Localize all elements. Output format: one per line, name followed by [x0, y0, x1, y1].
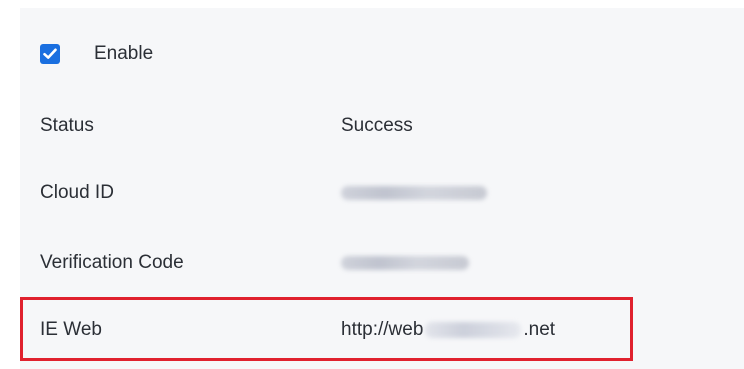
enable-label[interactable]: Enable — [94, 42, 153, 66]
verification-code-label: Verification Code — [40, 252, 184, 273]
check-icon — [43, 48, 57, 59]
redacted-url-part — [425, 322, 522, 338]
ie-web-url-suffix: .net — [523, 319, 556, 340]
enable-row: Enable — [40, 42, 153, 66]
redacted-verification-code — [341, 256, 469, 270]
status-value: Success — [341, 115, 413, 136]
ie-web-url-prefix: http://web — [341, 319, 424, 340]
cloud-id-row: Cloud ID — [40, 181, 487, 205]
ie-web-label: IE Web — [40, 319, 102, 340]
ie-web-row: IE Web http://web .net — [40, 318, 555, 342]
ie-web-url[interactable]: http://web .net — [341, 318, 555, 342]
status-label: Status — [40, 115, 94, 136]
cloud-id-value — [341, 186, 487, 200]
redacted-cloud-id — [341, 186, 487, 200]
verification-code-row: Verification Code — [40, 251, 469, 275]
cloud-id-label: Cloud ID — [40, 182, 114, 203]
status-row: Status Success — [40, 114, 413, 138]
enable-checkbox[interactable] — [40, 44, 60, 64]
verification-code-value — [341, 256, 469, 270]
